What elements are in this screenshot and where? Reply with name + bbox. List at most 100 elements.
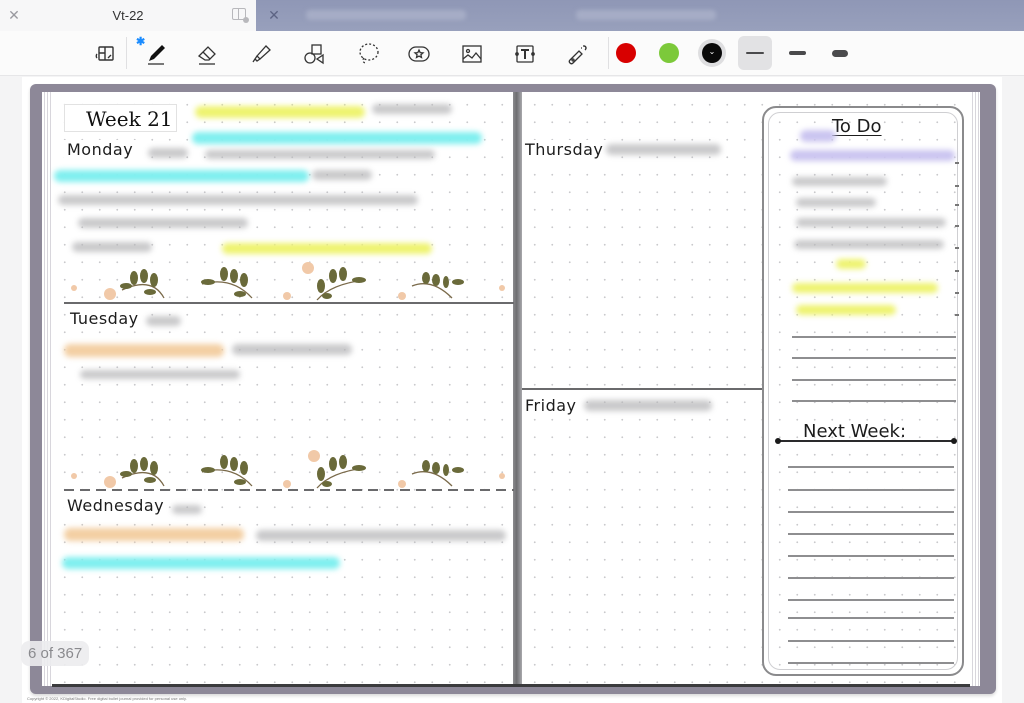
leaf-garland-icon [71,450,505,489]
eraser-icon [197,46,216,65]
day-divider [64,489,514,491]
day-label-wednesday: Wednesday [64,496,168,515]
tab-vt-22[interactable]: ✕ Vt-22 [0,0,256,31]
day-divider [522,388,762,390]
handwriting-note [606,144,721,155]
todo-tick [955,162,959,164]
color-green[interactable] [659,43,679,63]
week-label: Week 21 [86,107,173,131]
stroke-thick[interactable] [824,36,858,70]
planner-spine [513,92,522,686]
lasso-icon [359,43,379,64]
handwriting-note [78,218,248,228]
tab-title: Vt-22 [112,8,144,23]
handwriting-note [792,177,887,186]
handwriting-highlight [792,283,938,293]
todo-tick [955,204,959,206]
image-tool[interactable] [455,37,489,71]
handwriting-note [794,240,944,249]
handwriting-highlight [64,344,224,357]
handwriting-highlight [62,557,340,569]
next-week-line [788,533,954,535]
day-label-monday: Monday [64,140,137,159]
stroke-medium[interactable] [781,36,815,70]
page-edges-left [42,92,52,686]
handwriting-highlight [195,106,365,118]
handwriting-highlight [54,170,309,182]
todo-tick [955,247,959,249]
day-label-thursday: Thursday [522,140,607,159]
page-edges-right [970,92,980,686]
handwriting-note [796,218,946,227]
handwriting-highlight [796,305,896,315]
day-label-tuesday: Tuesday [67,309,142,328]
todo-line [792,336,956,338]
todo-tick [955,185,959,187]
handwriting-highlight [222,243,432,254]
toolbar-separator [126,37,127,69]
toolbar-separator [608,37,609,69]
handwriting-note [80,370,240,379]
highlighter-tool[interactable] [245,37,279,71]
shapes-icon [304,44,324,65]
handwriting-highlight [192,132,482,144]
leaf-garland-decoration [62,450,512,490]
pen-icon [148,45,165,65]
handwriting-note [312,170,372,180]
page-thumbnail-icon [95,46,114,61]
shapes-tool[interactable] [297,37,331,71]
handwriting-note [584,400,712,411]
laser-pointer-tool[interactable] [561,37,595,71]
eraser-tool[interactable] [190,37,224,71]
next-week-line [788,489,954,491]
handwriting-note [205,150,435,159]
handwriting-note [796,198,876,207]
lasso-tool[interactable] [351,37,385,71]
page-indicator: 6 of 367 [21,641,90,666]
pen-tool[interactable] [139,37,173,71]
leaf-garland-decoration [62,262,512,302]
copyright-text: Copyright © 2022, KDigitalStudio. Free d… [27,696,187,701]
next-week-title: Next Week: [803,421,907,442]
handwriting-highlight [64,528,244,541]
chevron-down-icon: ⌄ [708,47,716,56]
page-bottom-edge [52,684,970,687]
next-week-line [788,555,954,557]
handwriting-note [146,316,181,326]
todo-line [792,357,956,359]
next-week-line [788,640,954,642]
tab-inactive[interactable]: ✕ [256,0,1024,31]
todo-tick [955,270,959,272]
tab-title-blurred [306,10,466,20]
handwriting-note [148,148,188,158]
todo-title: To Do [832,116,882,137]
color-black-selected[interactable]: ⌄ [698,39,726,67]
laser-pointer-icon [568,45,587,65]
todo-line [792,379,956,381]
next-week-line [788,466,954,468]
stroke-thin[interactable] [738,36,772,70]
close-icon[interactable]: ✕ [266,7,282,23]
next-week-rule [775,438,957,444]
handwriting-highlight [836,259,866,269]
page-view-tool[interactable] [88,37,122,71]
next-week-line [788,662,954,664]
todo-panel-inner [768,112,958,670]
text-tool[interactable] [508,37,542,71]
star-sticker-icon [408,46,430,62]
handwriting-note [172,505,202,514]
day-label-friday: Friday [522,396,580,415]
next-week-line [788,617,954,619]
split-view-icon[interactable] [232,8,249,23]
sticker-tool[interactable] [402,37,436,71]
todo-tick [955,292,959,294]
todo-line [792,400,956,402]
todo-tick [955,225,959,227]
tab-title-blurred [576,10,716,20]
color-red[interactable] [616,43,636,63]
handwriting-highlight [790,150,955,161]
image-icon [462,45,482,63]
leaf-garland-icon [71,262,505,301]
handwriting-highlight [800,130,836,142]
next-week-line [788,599,954,601]
